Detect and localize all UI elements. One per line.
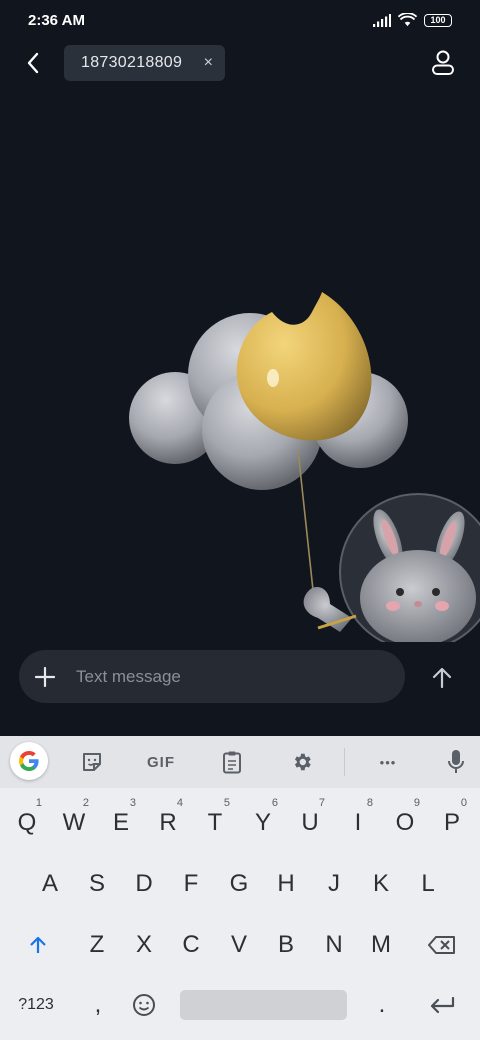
google-g-icon bbox=[19, 751, 39, 771]
keyboard: GIF ••• Q1 W2 E3 R4 T5 Y6 U7 I8 O9 P0 A … bbox=[0, 736, 480, 1040]
person-icon bbox=[432, 50, 454, 75]
key-o[interactable]: O9 bbox=[383, 795, 427, 851]
key-w[interactable]: W2 bbox=[52, 795, 96, 851]
battery-icon: 100 bbox=[424, 13, 452, 27]
key-h[interactable]: H bbox=[264, 856, 308, 912]
key-hint: 8 bbox=[366, 797, 373, 809]
key-t[interactable]: T5 bbox=[193, 795, 237, 851]
backspace-icon bbox=[428, 936, 455, 954]
key-g[interactable]: G bbox=[217, 856, 261, 912]
key-hint: 5 bbox=[223, 797, 230, 809]
key-j[interactable]: J bbox=[312, 856, 356, 912]
key-q[interactable]: Q1 bbox=[5, 795, 49, 851]
plus-icon bbox=[35, 666, 55, 687]
key-label: W bbox=[62, 809, 86, 836]
enter-key[interactable] bbox=[420, 977, 464, 1033]
key-z[interactable]: Z bbox=[75, 917, 119, 973]
key-d[interactable]: D bbox=[122, 856, 166, 912]
space-key[interactable] bbox=[180, 990, 347, 1020]
key-f[interactable]: F bbox=[169, 856, 213, 912]
key-s[interactable]: S bbox=[75, 856, 119, 912]
key-c[interactable]: C bbox=[169, 917, 213, 973]
key-hint: 9 bbox=[413, 797, 420, 809]
status-time: 2:36 AM bbox=[28, 12, 85, 29]
clipboard-button[interactable] bbox=[216, 746, 248, 778]
key-m[interactable]: M bbox=[359, 917, 403, 973]
contact-button[interactable] bbox=[428, 48, 458, 78]
period-key[interactable]: . bbox=[360, 977, 404, 1033]
sticker-icon bbox=[83, 753, 101, 771]
send-button[interactable] bbox=[428, 664, 456, 692]
key-label: T bbox=[207, 809, 223, 836]
symbols-key[interactable]: ?123 bbox=[14, 977, 58, 1033]
key-l[interactable]: L bbox=[406, 856, 450, 912]
status-icons: 100 bbox=[373, 13, 452, 27]
key-hint: 6 bbox=[271, 797, 278, 809]
remove-recipient-button[interactable]: × bbox=[204, 54, 213, 72]
key-x[interactable]: X bbox=[122, 917, 166, 973]
key-hint: 0 bbox=[460, 797, 467, 809]
enter-icon bbox=[430, 996, 455, 1014]
key-n[interactable]: N bbox=[312, 917, 356, 973]
back-arrow-icon bbox=[27, 52, 39, 74]
keyboard-toolbar: GIF ••• bbox=[0, 736, 480, 788]
clipboard-icon bbox=[223, 751, 241, 774]
key-i[interactable]: I8 bbox=[336, 795, 380, 851]
gif-button[interactable]: GIF bbox=[140, 746, 182, 778]
sticker-button[interactable] bbox=[76, 746, 108, 778]
attach-button[interactable] bbox=[19, 650, 71, 703]
toolbar-divider bbox=[344, 748, 345, 776]
key-y[interactable]: Y6 bbox=[241, 795, 285, 851]
comma-key[interactable]: , bbox=[76, 977, 120, 1033]
send-arrow-icon bbox=[432, 667, 452, 689]
key-hint: 7 bbox=[318, 797, 325, 809]
message-input[interactable] bbox=[71, 656, 405, 697]
key-hint: 4 bbox=[176, 797, 183, 809]
key-b[interactable]: B bbox=[264, 917, 308, 973]
key-r[interactable]: R4 bbox=[146, 795, 190, 851]
key-a[interactable]: A bbox=[28, 856, 72, 912]
wifi-icon bbox=[398, 13, 417, 27]
key-hint: 3 bbox=[129, 797, 136, 809]
key-p[interactable]: P0 bbox=[430, 795, 474, 851]
recipient-chip[interactable]: 18730218809 × bbox=[64, 45, 225, 81]
back-button[interactable] bbox=[18, 48, 48, 78]
emoji-key[interactable] bbox=[122, 977, 166, 1033]
emoji-icon bbox=[133, 994, 155, 1016]
key-u[interactable]: U7 bbox=[288, 795, 332, 851]
key-hint: 2 bbox=[82, 797, 89, 809]
compose-bar bbox=[19, 650, 405, 703]
key-label: U bbox=[301, 809, 319, 836]
key-label: Q bbox=[17, 809, 37, 836]
bunny-astronaut bbox=[303, 493, 480, 642]
key-label: P bbox=[443, 809, 460, 836]
backspace-key[interactable] bbox=[420, 917, 464, 973]
signal-icon bbox=[373, 13, 391, 27]
key-hint: 1 bbox=[35, 797, 42, 809]
key-k[interactable]: K bbox=[359, 856, 403, 912]
shift-key[interactable] bbox=[16, 917, 60, 973]
key-label: I bbox=[354, 809, 362, 836]
key-label: E bbox=[112, 809, 129, 836]
settings-button[interactable] bbox=[286, 746, 318, 778]
key-label: Y bbox=[254, 809, 271, 836]
voice-button[interactable] bbox=[440, 746, 472, 778]
google-button[interactable] bbox=[10, 742, 48, 780]
key-v[interactable]: V bbox=[217, 917, 261, 973]
wallpaper-illustration bbox=[129, 292, 480, 642]
gear-icon bbox=[294, 753, 311, 771]
microphone-icon bbox=[448, 750, 464, 773]
recipient-number: 18730218809 bbox=[81, 54, 183, 71]
shift-arrow-icon bbox=[30, 936, 46, 953]
key-label: O bbox=[395, 809, 415, 836]
more-button[interactable]: ••• bbox=[370, 746, 406, 778]
key-e[interactable]: E3 bbox=[99, 795, 143, 851]
key-label: R bbox=[159, 809, 177, 836]
